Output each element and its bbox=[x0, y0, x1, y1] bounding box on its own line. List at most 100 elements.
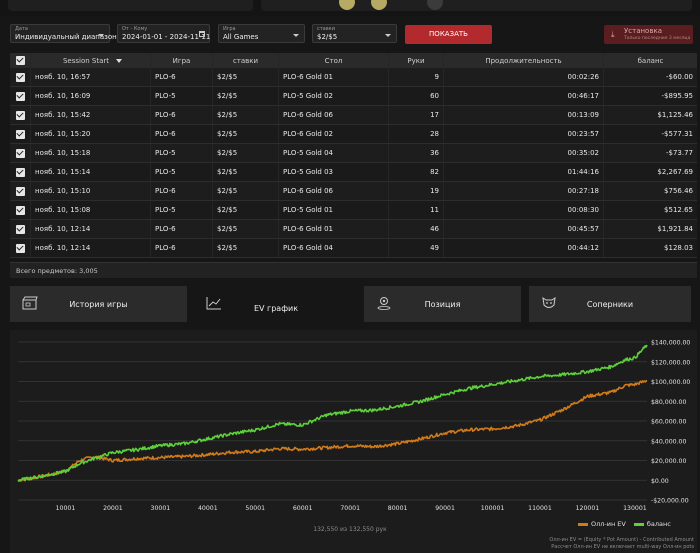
note-line: Рассчет Олл-ин EV не включает multi-way … bbox=[551, 543, 694, 550]
row-checkbox[interactable] bbox=[10, 239, 30, 257]
ev-chart[interactable]: -$20,000.00 $0.00 $20,000.00 $40,000.00 $60,… bbox=[10, 330, 697, 530]
cell-hands: 19 bbox=[388, 182, 443, 200]
stakes-select-label: ставки bbox=[317, 26, 335, 32]
toggle-knob-icon[interactable] bbox=[427, 0, 443, 10]
table-row[interactable]: нояб. 10, 16:09 PLO-5 $2/$5 PLO-5 Gold 02 60… bbox=[10, 87, 697, 106]
install-button-title: Установка bbox=[624, 27, 662, 35]
row-checkbox[interactable] bbox=[10, 201, 30, 219]
table-row[interactable]: нояб. 10, 15:20 PLO-6 $2/$5 PLO-6 Gold 02 28… bbox=[10, 125, 697, 144]
cell-text: $2/$5 bbox=[217, 149, 238, 157]
table-row[interactable]: нояб. 10, 15:42 PLO-6 $2/$5 PLO-6 Gold 06 17… bbox=[10, 106, 697, 125]
cell-text: $128.03 bbox=[664, 244, 693, 252]
tab-game-history[interactable]: История игры bbox=[10, 286, 187, 322]
cell-text: 49 bbox=[430, 244, 439, 252]
row-checkbox[interactable] bbox=[10, 125, 30, 143]
cell-duration: 00:02:26 bbox=[443, 68, 603, 86]
row-checkbox[interactable] bbox=[10, 163, 30, 181]
game-select[interactable]: Игра All Games bbox=[218, 24, 305, 43]
cell-table-name: PLO-6 Gold 06 bbox=[278, 182, 388, 200]
cell-text: нояб. 10, 15:18 bbox=[35, 149, 91, 157]
hands-counter: 132,550 из 132,550 рук bbox=[313, 526, 387, 533]
column-header-session-start[interactable]: Session Start bbox=[30, 53, 150, 68]
table-row[interactable]: нояб. 10, 15:10 PLO-6 $2/$5 PLO-6 Gold 06 19… bbox=[10, 182, 697, 201]
date-range-input[interactable]: От - Кому 2024-01-01 - 2024-11-11 bbox=[117, 24, 210, 43]
select-all-checkbox[interactable] bbox=[10, 53, 30, 68]
toggle-knob-icon[interactable] bbox=[371, 0, 387, 10]
column-header-table[interactable]: Стол bbox=[278, 53, 388, 68]
cell-text: 9 bbox=[434, 73, 439, 81]
total-items: Всего предметов: 3,005 bbox=[10, 262, 697, 278]
stakes-select[interactable]: ставки $2/$5 bbox=[312, 24, 397, 43]
cell-text: -$73.77 bbox=[665, 149, 693, 157]
cell-game: PLO-6 bbox=[150, 220, 212, 238]
date-select[interactable]: Дата Индивидуальный диапазон bbox=[10, 24, 117, 43]
column-header-label: Руки bbox=[407, 56, 425, 65]
legend-item-balance[interactable]: баланс bbox=[633, 520, 671, 528]
cell-game: PLO-5 bbox=[150, 163, 212, 181]
toggle-knob-icon[interactable] bbox=[339, 0, 355, 10]
x-tick-label: 20001 bbox=[103, 505, 123, 512]
cell-session-start: нояб. 10, 15:10 bbox=[30, 182, 150, 200]
row-checkbox[interactable] bbox=[10, 106, 30, 124]
y-tick-label: $120,000.00 bbox=[651, 359, 690, 366]
table-row[interactable]: нояб. 10, 15:14 PLO-5 $2/$5 PLO-5 Gold 03 82… bbox=[10, 163, 697, 182]
table-row[interactable]: нояб. 10, 12:14 PLO-6 $2/$5 PLO-6 Gold 01 46… bbox=[10, 220, 697, 239]
cell-table-name: PLO-6 Gold 01 bbox=[278, 220, 388, 238]
row-checkbox[interactable] bbox=[10, 68, 30, 86]
x-tick-label: 10001 bbox=[56, 505, 76, 512]
column-header-duration[interactable]: Продолжительность bbox=[443, 53, 603, 68]
cell-text: $756.46 bbox=[664, 187, 693, 195]
cell-text: $2,267.69 bbox=[657, 168, 693, 176]
cell-stakes: $2/$5 bbox=[212, 68, 278, 86]
cell-table-name: PLO-5 Gold 01 bbox=[278, 201, 388, 219]
row-checkbox[interactable] bbox=[10, 220, 30, 238]
tab-opponents[interactable]: Соперники bbox=[529, 286, 691, 322]
table-row[interactable]: нояб. 10, 15:08 PLO-5 $2/$5 PLO-5 Gold 01 11… bbox=[10, 201, 697, 220]
cell-table-name: PLO-6 Gold 06 bbox=[278, 106, 388, 124]
column-header-game[interactable]: Игра bbox=[150, 53, 212, 68]
calendar-icon bbox=[199, 31, 205, 37]
column-header-hands[interactable]: Руки bbox=[388, 53, 443, 68]
cell-text: 60 bbox=[430, 92, 439, 100]
x-tick-label: 70001 bbox=[340, 505, 360, 512]
cell-text: PLO-5 bbox=[155, 149, 176, 157]
show-button[interactable]: ПОКАЗАТЬ bbox=[405, 25, 492, 44]
cell-text: -$895.95 bbox=[661, 92, 693, 100]
tab-position[interactable]: Позиция bbox=[364, 286, 521, 322]
series-line-ev[interactable] bbox=[17, 379, 648, 482]
cell-text: PLO-5 Gold 04 bbox=[283, 149, 334, 157]
cell-balance: $128.03 bbox=[603, 239, 697, 257]
table-row[interactable]: нояб. 10, 15:18 PLO-5 $2/$5 PLO-5 Gold 04 36… bbox=[10, 144, 697, 163]
chart-legend: Олл-ин EV баланс bbox=[578, 520, 671, 528]
table-row[interactable]: нояб. 10, 12:14 PLO-6 $2/$5 PLO-6 Gold 04 49… bbox=[10, 239, 697, 258]
legend-label: баланс bbox=[646, 520, 671, 528]
install-button[interactable]: ⤓ Установка Только последние 3 месяца bbox=[604, 25, 693, 44]
cell-duration: 00:08:30 bbox=[443, 201, 603, 219]
column-header-label: баланс bbox=[637, 56, 664, 65]
column-header-balance[interactable]: баланс bbox=[603, 53, 697, 68]
cell-text: 28 bbox=[430, 130, 439, 138]
tab-label: История игры bbox=[69, 299, 128, 309]
cell-duration: 00:45:57 bbox=[443, 220, 603, 238]
legend-item-ev[interactable]: Олл-ин EV bbox=[578, 520, 626, 528]
cell-balance: $756.46 bbox=[603, 182, 697, 200]
cell-stakes: $2/$5 bbox=[212, 220, 278, 238]
cell-text: PLO-6 bbox=[155, 130, 176, 138]
x-tick-label: 90001 bbox=[435, 505, 455, 512]
tab-bar: История игры EV график Позиция Соперники bbox=[0, 286, 700, 330]
row-checkbox[interactable] bbox=[10, 182, 30, 200]
game-select-label: Игра bbox=[223, 26, 236, 32]
y-tick-label: $40,000.00 bbox=[651, 438, 686, 445]
game-select-value: All Games bbox=[223, 33, 259, 41]
cell-stakes: $2/$5 bbox=[212, 239, 278, 257]
cell-hands: 60 bbox=[388, 87, 443, 105]
row-checkbox[interactable] bbox=[10, 144, 30, 162]
sort-down-icon bbox=[116, 58, 123, 63]
column-header-stakes[interactable]: ставки bbox=[212, 53, 278, 68]
table-row[interactable]: нояб. 10, 16:57 PLO-6 $2/$5 PLO-6 Gold 01 9 0… bbox=[10, 68, 697, 87]
tab-ev-chart[interactable]: EV график bbox=[196, 286, 356, 330]
cell-game: PLO-6 bbox=[150, 239, 212, 257]
cell-session-start: нояб. 10, 16:09 bbox=[30, 87, 150, 105]
cell-text: 00:02:26 bbox=[567, 73, 599, 81]
row-checkbox[interactable] bbox=[10, 87, 30, 105]
